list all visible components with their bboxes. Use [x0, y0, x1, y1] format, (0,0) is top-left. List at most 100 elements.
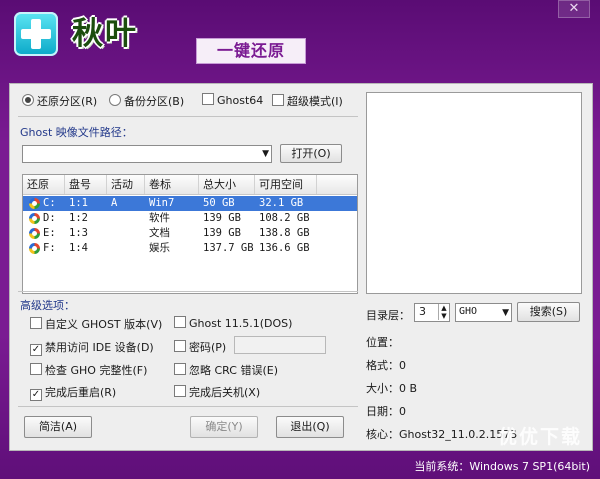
column-header: 盘号	[65, 175, 107, 194]
spin-up-icon[interactable]: ▲	[438, 304, 449, 312]
table-cell-active	[107, 226, 145, 241]
table-cell-total: 50 GB	[203, 197, 235, 209]
ghost64-checkbox-label: Ghost64	[217, 94, 264, 107]
table-cell-free: 108.2 GB	[259, 212, 310, 224]
shutdown-after-checkbox[interactable]: 完成后关机(X)	[174, 384, 260, 400]
ghost-version-label: Ghost 11.5.1(DOS)	[189, 317, 293, 330]
checkbox-box	[30, 363, 42, 375]
table-cell-label: Win7	[149, 197, 175, 209]
table-cell-total: 137.7 GB	[203, 242, 254, 254]
file-type-combo[interactable]: GHO ▼	[455, 303, 512, 322]
table-cell-total: 139 GB	[203, 212, 241, 224]
check-gho-checkbox[interactable]: 检查 GHO 完整性(F)	[30, 362, 147, 378]
spin-down-icon[interactable]: ▼	[438, 312, 449, 320]
column-header: 还原	[23, 175, 65, 194]
backup-radio-indicator	[109, 94, 121, 106]
checkbox-box	[174, 385, 186, 397]
table-row[interactable]: C: 1:1 A Win7 50 GB 32.1 GB	[23, 196, 357, 211]
table-cell-label: 文档	[149, 227, 170, 239]
table-cell-active: A	[111, 197, 118, 209]
reboot-after-checkbox[interactable]: ✓ 完成后重启(R)	[30, 384, 116, 401]
table-cell-free: 138.8 GB	[259, 227, 310, 239]
ghost64-checkbox[interactable]: Ghost64	[202, 93, 263, 107]
ok-button[interactable]: 确定(Y)	[190, 416, 258, 438]
custom-ghost-label: 自定义 GHOST 版本(V)	[45, 318, 163, 331]
status-bar: 当前系统：Windows 7 SP1(64bit)	[0, 453, 600, 479]
column-header: 活动	[107, 175, 145, 194]
custom-ghost-checkbox[interactable]: 自定义 GHOST 版本(V)	[30, 316, 162, 332]
file-size: 大小：0 B	[366, 382, 418, 395]
app-title: 秋叶	[72, 16, 138, 52]
password-label: 密码(P)	[189, 341, 227, 354]
table-cell-num: 1:4	[69, 242, 88, 254]
close-button[interactable]: ✕	[558, 0, 590, 18]
table-cell-drive: C:	[43, 197, 56, 209]
table-cell-active	[107, 241, 145, 256]
file-location: 位置：	[366, 336, 399, 349]
restore-radio-label: 还原分区(R)	[37, 95, 98, 108]
divider	[18, 116, 358, 117]
table-cell-label: 娱乐	[149, 242, 170, 254]
chevron-down-icon: ▼	[502, 307, 509, 318]
restore-radio[interactable]: 还原分区(R)	[22, 93, 97, 109]
ignore-crc-label: 忽略 CRC 错误(E)	[189, 364, 278, 377]
super-mode-checkbox[interactable]: 超级模式(I)	[272, 93, 343, 109]
watermark-text: 优优下载	[497, 426, 582, 448]
advanced-title: 高级选项：	[20, 299, 75, 312]
super-mode-checkbox-box	[272, 94, 284, 106]
table-cell-label: 软件	[149, 212, 170, 224]
table-cell-total: 139 GB	[203, 227, 241, 239]
table-row[interactable]: D: 1:2 软件 139 GB 108.2 GB	[23, 211, 357, 226]
app-tagline: 一键还原	[196, 38, 306, 64]
file-type-value: GHO	[459, 306, 478, 317]
chevron-down-icon: ▼	[262, 149, 269, 159]
ghost-version-checkbox[interactable]: Ghost 11.5.1(DOS)	[174, 316, 292, 330]
reboot-after-label: 完成后重启(R)	[45, 386, 117, 399]
partition-table[interactable]: 还原 盘号 活动 卷标 总大小 可用空间 C: 1:1 A Win7 50 GB 32.1…	[22, 174, 358, 294]
restore-radio-indicator	[22, 94, 34, 106]
checkbox-box	[30, 317, 42, 329]
depth-spinner[interactable]: 3 ▲ ▼	[414, 303, 450, 322]
column-header: 可用空间	[255, 175, 317, 194]
super-mode-checkbox-label: 超级模式(I)	[287, 95, 343, 108]
table-cell-drive: E:	[43, 227, 56, 239]
checkbox-box	[174, 363, 186, 375]
preview-box	[366, 92, 582, 294]
main-panel: 还原分区(R) 备份分区(B) Ghost64 超级模式(I) Ghost 映像…	[9, 83, 593, 451]
ide-access-label: 禁用访问 IDE 设备(D)	[45, 341, 154, 354]
current-system-status: 当前系统：Windows 7 SP1(64bit)	[414, 460, 590, 473]
checkmark-icon: ✓	[30, 389, 42, 401]
ignore-crc-checkbox[interactable]: 忽略 CRC 错误(E)	[174, 362, 278, 378]
table-cell-num: 1:3	[69, 227, 88, 239]
ghost-path-label: Ghost 映像文件路径：	[20, 126, 133, 139]
about-button[interactable]: 简洁(A)	[24, 416, 92, 438]
shutdown-after-label: 完成后关机(X)	[189, 386, 261, 399]
table-cell-num: 1:2	[69, 212, 88, 224]
table-cell-drive: D:	[43, 212, 56, 224]
table-cell-free: 32.1 GB	[259, 197, 304, 209]
search-button[interactable]: 搜索(S)	[517, 302, 580, 322]
column-header: 卷标	[145, 175, 199, 194]
table-cell-drive: F:	[43, 242, 56, 254]
check-gho-label: 检查 GHO 完整性(F)	[45, 364, 148, 377]
checkbox-box	[174, 316, 186, 328]
ghost-path-combo[interactable]: ▼	[22, 145, 272, 163]
table-row[interactable]: F: 1:4 娱乐 137.7 GB 136.6 GB	[23, 241, 357, 256]
checkbox-box	[174, 340, 186, 352]
password-checkbox[interactable]: 密码(P)	[174, 339, 226, 355]
ide-access-checkbox[interactable]: ✓ 禁用访问 IDE 设备(D)	[30, 339, 154, 356]
table-row[interactable]: E: 1:3 文档 139 GB 138.8 GB	[23, 226, 357, 241]
file-format: 格式：0	[366, 359, 406, 372]
exit-button[interactable]: 退出(Q)	[276, 416, 344, 438]
divider	[18, 406, 358, 407]
table-cell-free: 136.6 GB	[259, 242, 310, 254]
ghost64-checkbox-box	[202, 93, 214, 105]
checkmark-icon: ✓	[30, 344, 42, 356]
open-button[interactable]: 打开(O)	[280, 144, 342, 163]
file-date: 日期：0	[366, 405, 406, 418]
ghost-core: 核心：Ghost32_11.0.2.1573	[366, 428, 518, 441]
password-input[interactable]	[234, 336, 326, 354]
table-cell-num: 1:1	[69, 197, 88, 209]
depth-label: 目录层：	[366, 309, 410, 322]
backup-radio[interactable]: 备份分区(B)	[109, 93, 184, 109]
